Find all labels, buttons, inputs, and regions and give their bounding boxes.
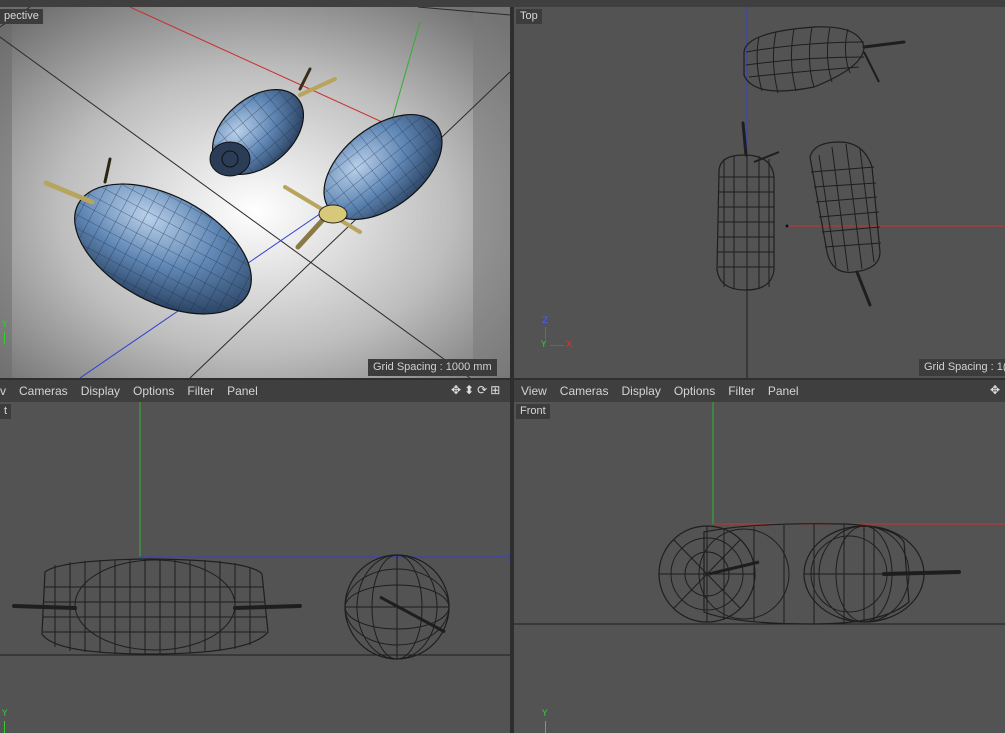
viewport-label-front: Front xyxy=(516,404,550,419)
front-scene xyxy=(514,402,1005,625)
axis-y-label: Y xyxy=(541,340,547,350)
axis-y-label: Y xyxy=(542,709,548,719)
axis-y-line xyxy=(4,332,5,344)
viewport-nav-icons: ✥ xyxy=(990,384,1000,396)
front-viewport[interactable]: Front Y xyxy=(514,402,1005,733)
menu-display[interactable]: Display xyxy=(81,384,120,398)
menu-view[interactable]: v xyxy=(0,384,6,398)
menu-cameras[interactable]: Cameras xyxy=(19,384,68,398)
perspective-scene xyxy=(0,7,510,378)
move-icon[interactable]: ✥ xyxy=(451,384,461,396)
menu-display[interactable]: Display xyxy=(621,384,660,398)
grid-spacing-readout: Grid Spacing : 1000 mm xyxy=(368,359,497,376)
viewport-label-perspective: pective xyxy=(0,9,43,24)
menu-panel[interactable]: Panel xyxy=(768,384,799,398)
perspective-viewport[interactable]: pective Grid Spacing : 1000 mm Y xyxy=(0,7,510,378)
axis-y-line xyxy=(545,721,546,733)
grid-spacing-readout: Grid Spacing : 1( xyxy=(919,359,1005,376)
menu-view[interactable]: View xyxy=(521,384,547,398)
menu-filter[interactable]: Filter xyxy=(187,384,214,398)
viewport-label-top: Top xyxy=(516,9,542,24)
top-menubar-strip xyxy=(0,0,1005,7)
menu-panel[interactable]: Panel xyxy=(227,384,258,398)
menubar-right-view: v Cameras Display Options Filter Panel xyxy=(0,380,510,402)
rotate-icon[interactable]: ⟳ xyxy=(477,384,487,396)
viewport-label-right: t xyxy=(0,404,12,419)
menubar-front-view: View Cameras Display Options Filter Pane… xyxy=(514,380,1005,402)
move-icon[interactable]: ✥ xyxy=(990,384,1000,396)
right-scene xyxy=(0,402,510,660)
menu-filter[interactable]: Filter xyxy=(728,384,755,398)
axis-z-line xyxy=(545,327,546,339)
right-viewport[interactable]: t Y xyxy=(0,402,510,733)
axis-z-label: Z xyxy=(542,316,549,326)
axis-y-label: Y xyxy=(2,709,8,719)
viewport-nav-icons: ✥ ⬍ ⟳ ⊞ xyxy=(451,384,500,396)
top-scene xyxy=(716,7,1005,378)
axis-x-label: X xyxy=(566,340,573,350)
toggle-view-icon[interactable]: ⊞ xyxy=(490,384,500,396)
axis-y-line xyxy=(4,721,5,733)
menu-options[interactable]: Options xyxy=(133,384,174,398)
axis-y-label: Y xyxy=(2,320,8,330)
top-viewport[interactable]: Top Grid Spacing : 1( Z Y X xyxy=(514,7,1005,378)
scale-icon[interactable]: ⬍ xyxy=(464,384,474,396)
menu-options[interactable]: Options xyxy=(674,384,715,398)
menu-cameras[interactable]: Cameras xyxy=(560,384,609,398)
axis-x-line xyxy=(550,345,564,346)
